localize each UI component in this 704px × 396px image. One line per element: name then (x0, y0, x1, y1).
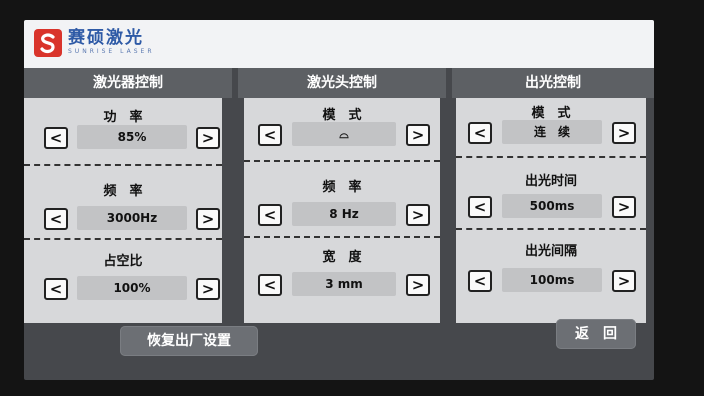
section-mode: 模 式 < ⌓ > (244, 98, 440, 160)
emission-interval-value: 100ms (502, 268, 602, 292)
mode-value: ⌓ (292, 122, 396, 146)
section-emission-interval: 出光间隔 < 100ms > (456, 230, 646, 320)
brand-name: 赛硕激光 SUNRISE LASER (68, 28, 155, 56)
section-label: 出光间隔 (524, 244, 577, 259)
frequency-value: 3000Hz (77, 206, 187, 230)
width-decrease-button[interactable]: < (258, 274, 282, 296)
power-increase-button[interactable]: > (196, 127, 220, 149)
factory-reset-button[interactable]: 恢复出厂设置 (120, 326, 258, 356)
brand-name-en: SUNRISE LASER (68, 48, 155, 55)
section-label: 模 式 (531, 106, 571, 121)
mode-decrease-button[interactable]: < (258, 124, 282, 146)
panel-laser-head-control: 模 式 < ⌓ > 频 率 < 8 Hz > 宽 度 < 3 mm > (244, 98, 440, 323)
section-width: 宽 度 < 3 mm > (244, 238, 440, 320)
width-increase-button[interactable]: > (406, 274, 430, 296)
section-label: 频 率 (103, 184, 143, 199)
header-bar: 赛硕激光 SUNRISE LASER (24, 20, 654, 68)
section-label: 功 率 (103, 110, 143, 125)
section-label: 出光时间 (524, 174, 577, 189)
mode-increase-button[interactable]: > (406, 124, 430, 146)
frequency-increase-button[interactable]: > (196, 208, 220, 230)
emission-time-value: 500ms (502, 194, 602, 218)
power-decrease-button[interactable]: < (44, 127, 68, 149)
column-title-laser-head-control: 激光头控制 (238, 68, 446, 98)
brand-name-cn: 赛硕激光 (68, 28, 144, 48)
head-frequency-value: 8 Hz (292, 202, 396, 226)
column-title-emission-control: 出光控制 (452, 68, 654, 98)
column-title-laser-control: 激光器控制 (24, 68, 232, 98)
brand-logo-icon (34, 29, 62, 57)
power-value: 85% (77, 125, 187, 149)
duty-cycle-decrease-button[interactable]: < (44, 278, 68, 300)
section-label: 占空比 (103, 254, 143, 269)
touch-screen: 赛硕激光 SUNRISE LASER 激光器控制 激光头控制 出光控制 功 率 … (24, 20, 654, 380)
emission-mode-increase-button[interactable]: > (612, 122, 636, 144)
head-frequency-increase-button[interactable]: > (406, 204, 430, 226)
frequency-decrease-button[interactable]: < (44, 208, 68, 230)
section-label: 模 式 (322, 108, 362, 123)
emission-mode-decrease-button[interactable]: < (468, 122, 492, 144)
section-duty-cycle: 占空比 < 100% > (24, 240, 222, 320)
section-label: 频 率 (322, 180, 362, 195)
panel-laser-control: 功 率 < 85% > 频 率 < 3000Hz > 占空比 < 100% > (24, 98, 222, 323)
duty-cycle-increase-button[interactable]: > (196, 278, 220, 300)
emission-time-increase-button[interactable]: > (612, 196, 636, 218)
section-head-frequency: 频 率 < 8 Hz > (244, 162, 440, 236)
section-label: 宽 度 (322, 250, 362, 265)
section-power: 功 率 < 85% > (24, 98, 222, 164)
emission-time-decrease-button[interactable]: < (468, 196, 492, 218)
head-frequency-decrease-button[interactable]: < (258, 204, 282, 226)
emission-interval-decrease-button[interactable]: < (468, 270, 492, 292)
section-emission-time: 出光时间 < 500ms > (456, 158, 646, 228)
panel-emission-control: 模 式 < 连 续 > 出光时间 < 500ms > 出光间隔 < 100ms … (456, 98, 646, 323)
duty-cycle-value: 100% (77, 276, 187, 300)
back-button[interactable]: 返 回 (556, 319, 636, 349)
section-emission-mode: 模 式 < 连 续 > (456, 98, 646, 156)
width-value: 3 mm (292, 272, 396, 296)
section-frequency: 频 率 < 3000Hz > (24, 166, 222, 238)
emission-interval-increase-button[interactable]: > (612, 270, 636, 292)
emission-mode-value: 连 续 (502, 120, 602, 144)
